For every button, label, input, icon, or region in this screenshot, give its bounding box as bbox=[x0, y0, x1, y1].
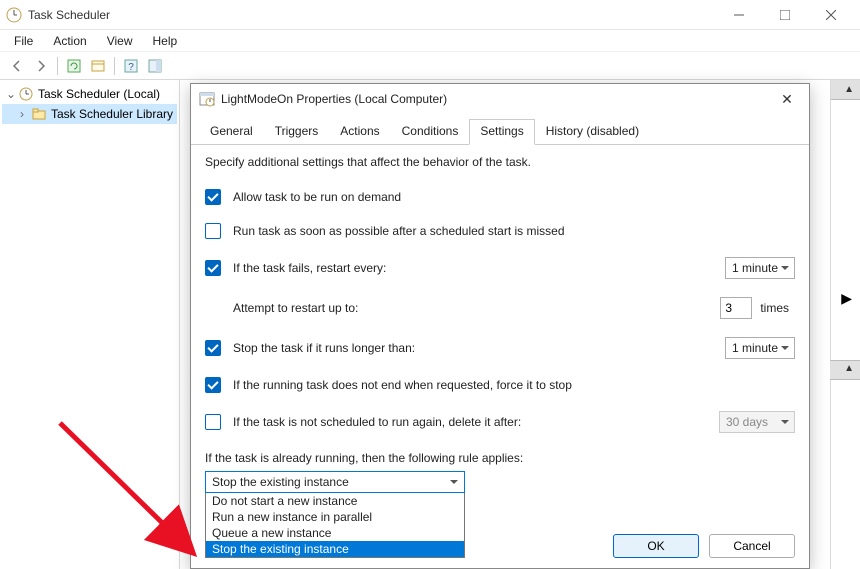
label-stop-long: Stop the task if it runs longer than: bbox=[233, 341, 725, 355]
tree-panel: ⌄ Task Scheduler (Local) › Task Schedule… bbox=[0, 80, 180, 569]
close-button[interactable] bbox=[808, 0, 854, 30]
label-restart-count: Attempt to restart up to: bbox=[233, 301, 471, 315]
menu-view[interactable]: View bbox=[97, 32, 143, 50]
titlebar: Task Scheduler bbox=[0, 0, 860, 30]
tree-root[interactable]: ⌄ Task Scheduler (Local) bbox=[2, 84, 177, 104]
collapse-icon[interactable]: ▲ bbox=[844, 84, 854, 95]
checkbox-restart[interactable] bbox=[205, 260, 221, 276]
rule-label: If the task is already running, then the… bbox=[205, 451, 795, 465]
ok-button[interactable]: OK bbox=[613, 534, 699, 558]
setting-delete-after: If the task is not scheduled to run agai… bbox=[205, 411, 795, 433]
minimize-button[interactable] bbox=[716, 0, 762, 30]
settings-description: Specify additional settings that affect … bbox=[205, 155, 795, 169]
clock-icon bbox=[18, 86, 34, 102]
checkbox-on-demand[interactable] bbox=[205, 189, 221, 205]
checkbox-force-stop[interactable] bbox=[205, 377, 221, 393]
label-run-asap: Run task as soon as possible after a sch… bbox=[233, 224, 795, 238]
tree-root-label: Task Scheduler (Local) bbox=[38, 87, 160, 101]
help-icon[interactable]: ? bbox=[120, 55, 142, 77]
scroll-right-icon[interactable]: ▶ bbox=[841, 290, 852, 307]
dialog-titlebar: LightModeOn Properties (Local Computer) … bbox=[191, 84, 809, 114]
rule-option-3[interactable]: Stop the existing instance bbox=[206, 541, 464, 557]
tab-triggers[interactable]: Triggers bbox=[264, 119, 330, 145]
task-icon bbox=[199, 91, 215, 107]
panel-icon[interactable] bbox=[144, 55, 166, 77]
menu-action[interactable]: Action bbox=[43, 32, 96, 50]
label-restart: If the task fails, restart every: bbox=[233, 261, 725, 275]
tree-child[interactable]: › Task Scheduler Library bbox=[2, 104, 177, 124]
restart-interval-select[interactable]: 1 minute bbox=[725, 257, 795, 279]
setting-run-asap: Run task as soon as possible after a sch… bbox=[205, 223, 795, 239]
expand-icon[interactable]: › bbox=[20, 107, 32, 121]
tab-history[interactable]: History (disabled) bbox=[535, 119, 650, 145]
expand-icon[interactable]: ⌄ bbox=[6, 87, 18, 101]
rule-option-0[interactable]: Do not start a new instance bbox=[206, 493, 464, 509]
tree-child-label: Task Scheduler Library bbox=[51, 107, 173, 121]
tab-actions[interactable]: Actions bbox=[329, 119, 390, 145]
dialog-tabs: General Triggers Actions Conditions Sett… bbox=[191, 118, 809, 145]
back-button[interactable] bbox=[6, 55, 28, 77]
maximize-button[interactable] bbox=[762, 0, 808, 30]
tab-settings[interactable]: Settings bbox=[469, 119, 534, 145]
checkbox-stop-long[interactable] bbox=[205, 340, 221, 356]
menubar: File Action View Help bbox=[0, 30, 860, 52]
separator bbox=[114, 57, 115, 75]
setting-restart: If the task fails, restart every: 1 minu… bbox=[205, 257, 795, 279]
restart-count-suffix: times bbox=[760, 301, 789, 315]
setting-force-stop: If the running task does not end when re… bbox=[205, 377, 795, 393]
actions-pane: ▲ ▶ ▲ bbox=[830, 80, 860, 569]
app-icon bbox=[6, 7, 22, 23]
delete-after-select: 30 days bbox=[719, 411, 795, 433]
rule-option-1[interactable]: Run a new instance in parallel bbox=[206, 509, 464, 525]
checkbox-run-asap[interactable] bbox=[205, 223, 221, 239]
folder-icon bbox=[32, 106, 47, 122]
menu-help[interactable]: Help bbox=[143, 32, 188, 50]
restart-count-input[interactable] bbox=[720, 297, 752, 319]
cancel-button[interactable]: Cancel bbox=[709, 534, 795, 558]
properties-dialog: LightModeOn Properties (Local Computer) … bbox=[190, 83, 810, 569]
svg-text:?: ? bbox=[128, 62, 134, 73]
rule-option-2[interactable]: Queue a new instance bbox=[206, 525, 464, 541]
refresh-icon[interactable] bbox=[63, 55, 85, 77]
dialog-title: LightModeOn Properties (Local Computer) bbox=[221, 92, 773, 106]
forward-button[interactable] bbox=[30, 55, 52, 77]
rule-selected: Stop the existing instance bbox=[212, 475, 349, 489]
setting-stop-long: Stop the task if it runs longer than: 1 … bbox=[205, 337, 795, 359]
window-title: Task Scheduler bbox=[28, 8, 716, 22]
setting-restart-count: Attempt to restart up to: times bbox=[205, 297, 795, 319]
dialog-buttons: OK Cancel bbox=[613, 534, 795, 558]
separator bbox=[57, 57, 58, 75]
collapse-icon-2[interactable]: ▲ bbox=[844, 363, 854, 374]
label-on-demand: Allow task to be run on demand bbox=[233, 190, 795, 204]
label-delete-after: If the task is not scheduled to run agai… bbox=[233, 415, 719, 429]
checkbox-delete-after[interactable] bbox=[205, 414, 221, 430]
label-force-stop: If the running task does not end when re… bbox=[233, 378, 795, 392]
tab-general[interactable]: General bbox=[199, 119, 264, 145]
toolbar: ? bbox=[0, 52, 860, 80]
stop-long-select[interactable]: 1 minute bbox=[725, 337, 795, 359]
rule-dropdown: Do not start a new instance Run a new in… bbox=[205, 493, 465, 558]
setting-on-demand: Allow task to be run on demand bbox=[205, 189, 795, 205]
tab-conditions[interactable]: Conditions bbox=[391, 119, 470, 145]
dialog-body: Specify additional settings that affect … bbox=[191, 145, 809, 566]
menu-file[interactable]: File bbox=[4, 32, 43, 50]
dialog-close-button[interactable]: ✕ bbox=[773, 85, 801, 113]
rule-combobox[interactable]: Stop the existing instance bbox=[205, 471, 465, 493]
properties-icon[interactable] bbox=[87, 55, 109, 77]
